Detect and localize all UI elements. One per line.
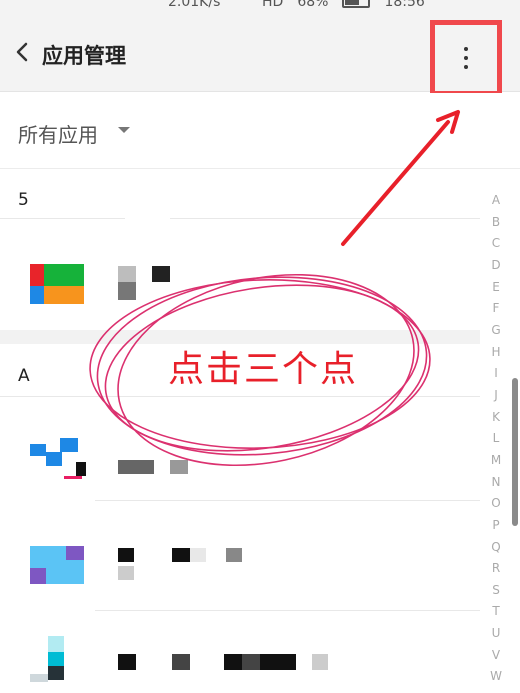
alphabet-index-letter[interactable]: I	[494, 363, 498, 385]
divider	[170, 218, 480, 219]
alphabet-index-letter[interactable]: G	[491, 320, 500, 342]
section-letter: 5	[18, 190, 29, 210]
alphabet-index-letter[interactable]: M	[491, 450, 501, 472]
blurred-app-name	[190, 548, 206, 562]
blurred-app-name	[260, 654, 296, 670]
app-row[interactable]	[0, 420, 480, 500]
caret-down-icon	[118, 127, 130, 133]
alphabet-index-letter[interactable]: K	[492, 407, 500, 429]
blurred-app-name	[118, 460, 154, 474]
filter-dropdown[interactable]: 所有应用	[0, 93, 520, 169]
clock: 18:56	[384, 0, 425, 10]
blurred-app-name	[118, 266, 136, 282]
app-icon	[30, 636, 84, 682]
page-title: 应用管理	[42, 44, 126, 68]
blurred-app-name	[170, 460, 188, 474]
alphabet-index-letter[interactable]: W	[490, 666, 502, 688]
blurred-app-name	[118, 282, 136, 300]
divider	[0, 396, 480, 397]
alphabet-index[interactable]: ABCDEFGHIJKLMNOPQRSTUVW	[484, 190, 508, 688]
alphabet-index-letter[interactable]: J	[494, 385, 498, 407]
alphabet-index-letter[interactable]: Q	[491, 537, 500, 559]
divider	[95, 610, 480, 611]
app-row[interactable]	[0, 628, 480, 693]
alphabet-index-letter[interactable]: C	[492, 233, 500, 255]
divider	[95, 500, 480, 501]
app-bar: 应用管理	[0, 12, 520, 96]
section-header-5: 5	[0, 176, 480, 224]
alphabet-index-letter[interactable]: H	[491, 342, 500, 364]
alphabet-index-letter[interactable]: E	[492, 277, 500, 299]
network-speed: 2.01K/s	[168, 0, 221, 10]
app-row[interactable]	[0, 524, 480, 604]
blurred-app-name	[242, 654, 260, 670]
chevron-left-icon[interactable]	[14, 42, 30, 62]
blurred-app-name	[312, 654, 328, 670]
more-options-button[interactable]	[430, 20, 502, 96]
alphabet-index-letter[interactable]: N	[492, 472, 501, 494]
divider	[0, 218, 125, 219]
alphabet-index-letter[interactable]: B	[492, 212, 500, 234]
section-letter: A	[18, 366, 30, 386]
battery-percent: 68%	[297, 0, 329, 10]
alphabet-index-letter[interactable]: D	[491, 255, 500, 277]
blurred-app-name	[226, 548, 242, 562]
alphabet-index-letter[interactable]: R	[492, 558, 500, 580]
scrollbar-thumb[interactable]	[512, 378, 518, 526]
blurred-app-name	[118, 548, 134, 562]
app-icon	[30, 264, 84, 308]
alphabet-index-letter[interactable]: P	[492, 515, 499, 537]
alphabet-index-letter[interactable]: S	[492, 580, 500, 602]
blurred-app-name	[118, 566, 134, 580]
hd-badge: HD	[262, 0, 284, 10]
alphabet-index-letter[interactable]: V	[492, 645, 500, 667]
status-icons: HD 68% 18:56	[262, 0, 425, 10]
blurred-app-name	[118, 654, 136, 670]
blurred-app-name	[172, 548, 190, 562]
alphabet-index-letter[interactable]: U	[492, 623, 501, 645]
app-icon	[30, 438, 86, 482]
blurred-app-name	[172, 654, 190, 670]
alphabet-index-letter[interactable]: L	[493, 428, 500, 450]
app-row[interactable]	[0, 248, 480, 328]
alphabet-index-letter[interactable]: T	[492, 601, 499, 623]
alphabet-index-letter[interactable]: F	[493, 298, 500, 320]
alphabet-index-letter[interactable]: A	[492, 190, 500, 212]
blurred-app-name	[224, 654, 242, 670]
filter-label: 所有应用	[18, 123, 98, 147]
app-icon	[30, 546, 84, 590]
blurred-app-name	[152, 266, 170, 282]
battery-icon	[342, 0, 371, 8]
annotation-text: 点击三个点	[168, 349, 359, 390]
alphabet-index-letter[interactable]: O	[491, 493, 500, 515]
status-bar: 2.01K/s HD 68% 18:56	[0, 0, 520, 12]
more-vertical-icon	[464, 47, 468, 69]
